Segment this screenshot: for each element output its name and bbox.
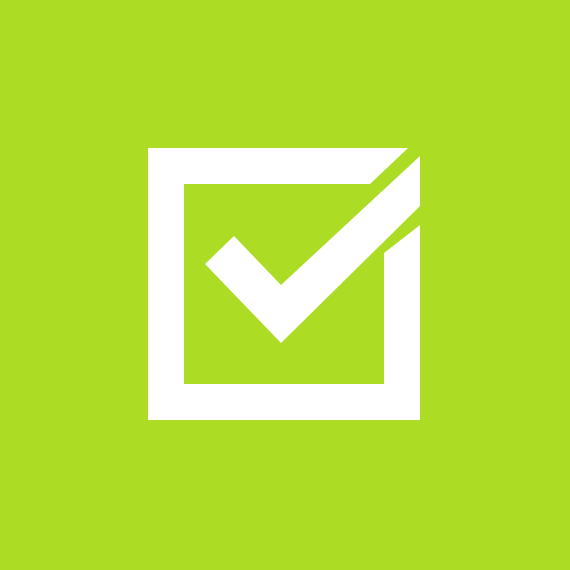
- checkbox-checked-icon: [148, 148, 420, 420]
- app-icon-tile[interactable]: [0, 0, 570, 570]
